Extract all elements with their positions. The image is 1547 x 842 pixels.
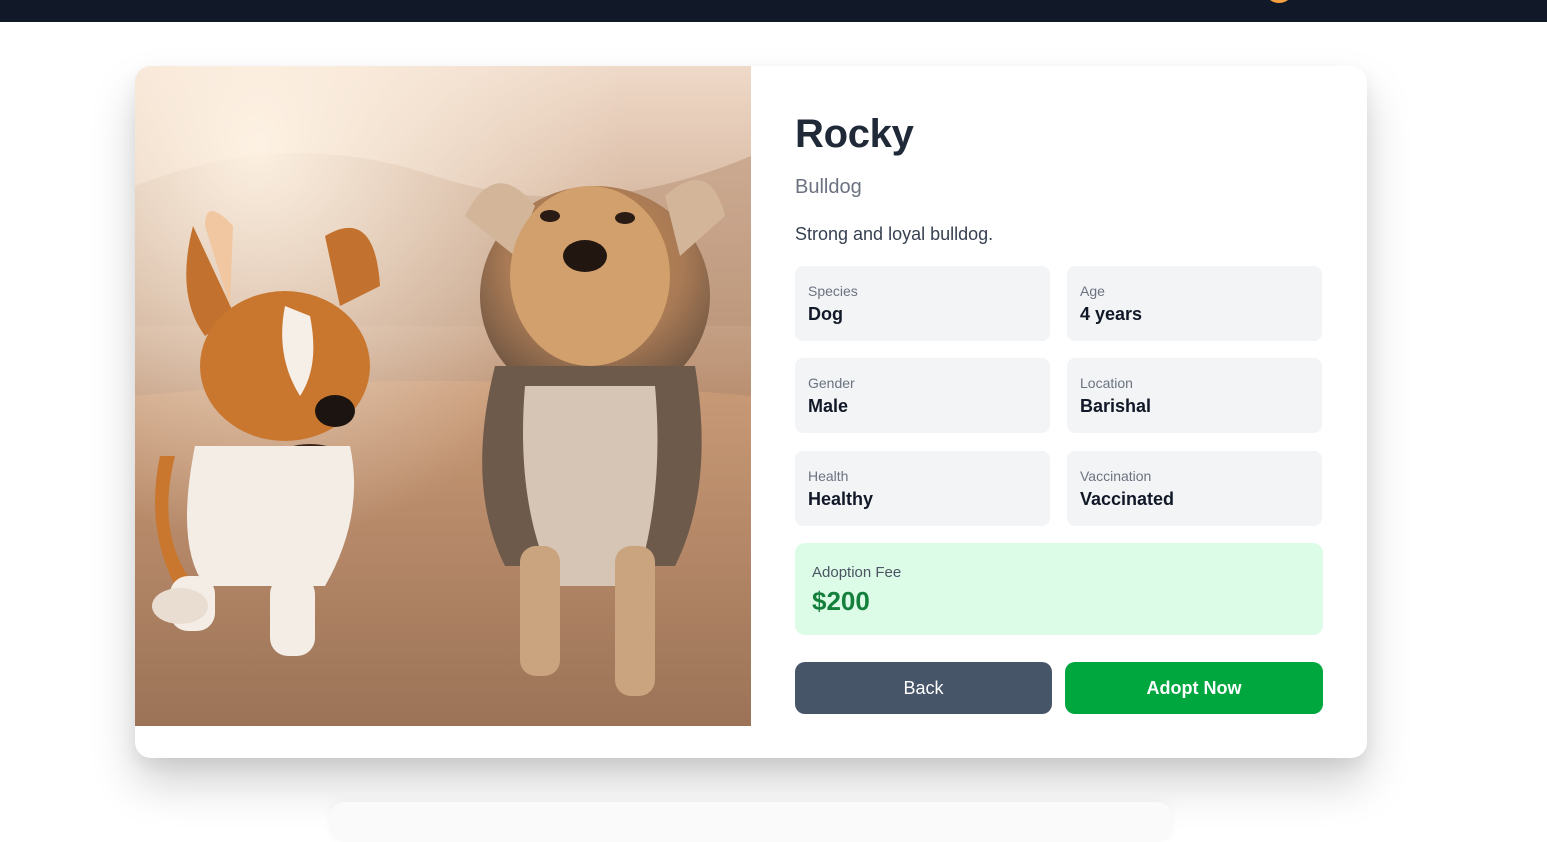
- pet-photo-icon: [135, 66, 751, 726]
- stat-label: Gender: [808, 375, 855, 391]
- stat-vaccination: Vaccination Vaccinated: [1067, 451, 1322, 526]
- top-navbar: [0, 0, 1547, 22]
- pet-breed: Bulldog: [795, 176, 862, 198]
- stat-label: Location: [1080, 375, 1133, 391]
- next-section-card: [330, 802, 1172, 842]
- stat-value: Vaccinated: [1080, 489, 1175, 509]
- pet-photo: [135, 66, 751, 726]
- stat-value: 4 years: [1080, 304, 1143, 324]
- adopt-now-button[interactable]: Adopt Now: [1065, 662, 1323, 714]
- stat-label: Health: [808, 468, 849, 484]
- stat-label: Vaccination: [1080, 468, 1152, 484]
- stat-gender: Gender Male: [795, 358, 1050, 433]
- stat-value: Healthy: [808, 489, 874, 509]
- user-avatar[interactable]: [1264, 0, 1294, 3]
- adoption-fee-box: Adoption Fee $200: [795, 543, 1323, 635]
- stat-location: Location Barishal: [1067, 358, 1322, 433]
- adoption-fee-label: Adoption Fee: [812, 564, 902, 581]
- stat-label: Species: [808, 283, 858, 299]
- back-button[interactable]: Back: [795, 662, 1052, 714]
- pet-description: Strong and loyal bulldog.: [795, 224, 994, 244]
- stat-value: Dog: [808, 304, 843, 324]
- adoption-fee-value: $200: [812, 586, 870, 616]
- stat-value: Male: [808, 396, 849, 416]
- stat-value: Barishal: [1080, 396, 1152, 416]
- stat-age: Age 4 years: [1067, 266, 1322, 341]
- stat-health: Health Healthy: [795, 451, 1050, 526]
- stat-species: Species Dog: [795, 266, 1050, 341]
- stat-label: Age: [1080, 283, 1105, 299]
- pet-detail-card: Rocky Bulldog Strong and loyal bulldog. …: [135, 66, 1367, 758]
- pet-name: Rocky: [795, 112, 914, 156]
